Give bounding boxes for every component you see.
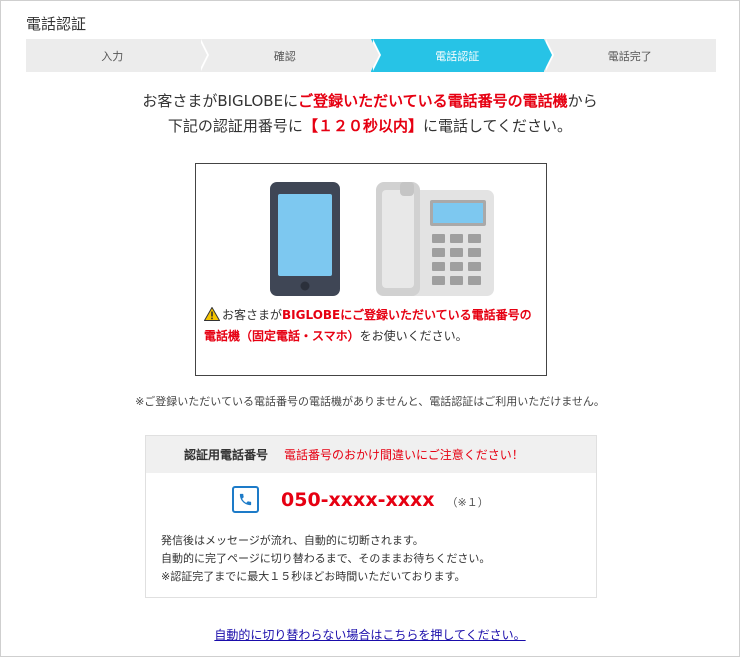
desk-phone-icon (376, 182, 494, 296)
auth-number-panel: 認証用電話番号 電話番号のおかけ間違いにご注意ください！ 050-xxxx-xx… (145, 435, 597, 598)
lead-text: から (567, 92, 598, 110)
auth-phone-number: 050-xxxx-xxxx (281, 488, 435, 511)
step-input: 入力 (26, 39, 209, 72)
panel-warning: 電話番号のおかけ間違いにご注意ください！ (284, 448, 524, 462)
page-title: 電話認証 (26, 15, 87, 33)
lead-emphasis: ご登録いただいている電話番号の電話機 (298, 92, 568, 110)
note-text: をお使いください。 (359, 329, 468, 343)
step-label: 確認 (273, 49, 296, 63)
lead-time-limit: 【１２０秒以内】 (302, 117, 423, 135)
step-phone-auth: 電話認証 (371, 39, 554, 72)
progress-stepper: 入力 確認 電話認証 電話完了 (26, 39, 716, 72)
illustration-note: お客さまがBIGLOBEにご登録いただいている電話番号の電話機（固定電話・スマホ… (203, 306, 540, 346)
footnote: ※ご登録いただいている電話番号の電話機がありませんと、電話認証はご利用いただけま… (135, 395, 605, 408)
lead-line-1: お客さまがBIGLOBEにご登録いただいている電話番号の電話機から (0, 90, 740, 111)
step-label: 電話完了 (607, 49, 652, 63)
warning-icon (203, 306, 221, 327)
body-line: ※認証完了までに最大１５秒ほどお時間いただいております。 (161, 570, 466, 583)
step-complete: 電話完了 (543, 39, 716, 72)
panel-body: 発信後はメッセージが流れ、自動的に切断されます。 自動的に完了ページに切り替わる… (161, 532, 490, 586)
smartphone-icon (270, 182, 340, 296)
number-row: 050-xxxx-xxxx （※１） (232, 486, 489, 513)
panel-header: 認証用電話番号 電話番号のおかけ間違いにご注意ください！ (146, 436, 596, 473)
panel-label: 認証用電話番号 (184, 448, 269, 462)
step-confirm: 確認 (198, 39, 381, 72)
number-note: （※１） (446, 495, 489, 509)
phone-illustration-box: お客さまがBIGLOBEにご登録いただいている電話番号の電話機（固定電話・スマホ… (195, 163, 547, 376)
step-label: 電話認証 (435, 49, 480, 63)
lead-text: 下記の認証用番号に (167, 117, 303, 135)
note-text: お客さまが (222, 308, 283, 322)
lead-line-2: 下記の認証用番号に【１２０秒以内】に電話してください。 (0, 115, 740, 136)
manual-switch-link[interactable]: 自動的に切り替わらない場合はこちらを押してください。 (0, 626, 740, 643)
lead-text: お客さまがBIGLOBEに (142, 92, 299, 110)
body-line: 発信後はメッセージが流れ、自動的に切断されます。 (161, 534, 424, 547)
lead-text: に電話してください。 (422, 117, 573, 135)
step-label: 入力 (101, 49, 124, 63)
body-line: 自動的に完了ページに切り替わるまで、そのままお待ちください。 (161, 552, 491, 565)
phone-illustration (270, 182, 494, 296)
phone-icon (232, 486, 259, 513)
